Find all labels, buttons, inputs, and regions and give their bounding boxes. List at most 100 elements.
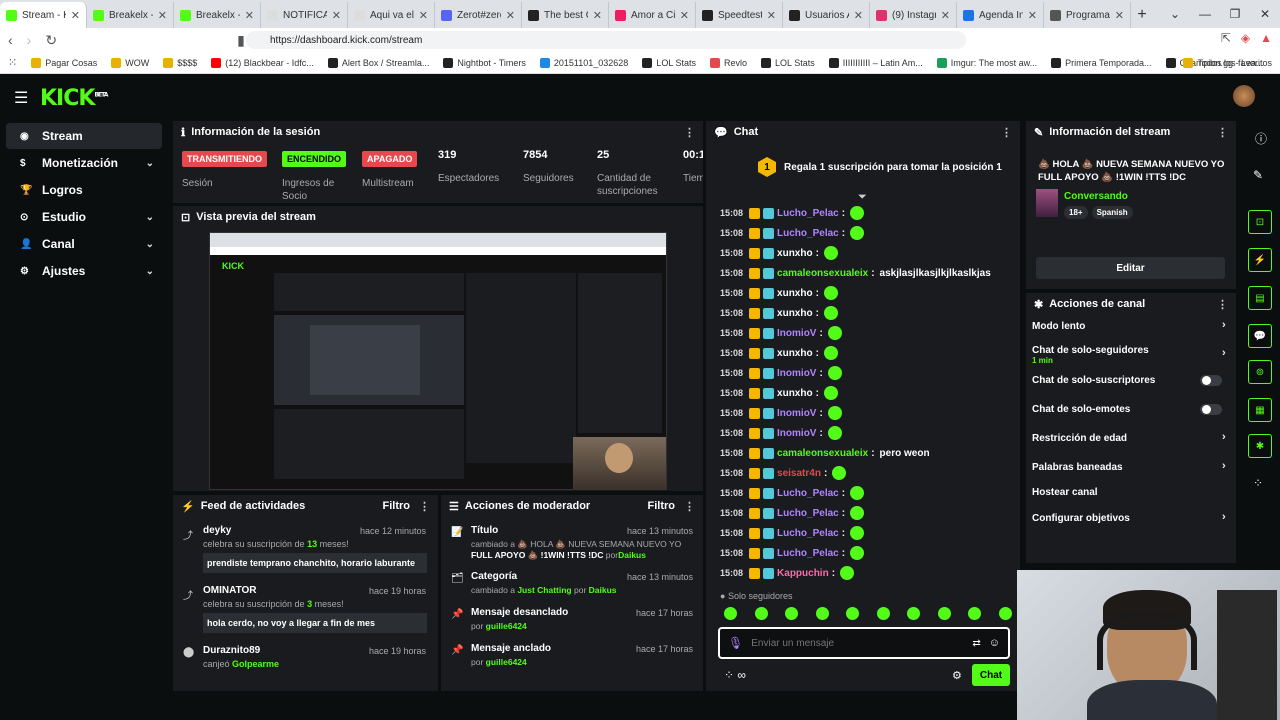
tab-close-icon[interactable]: ✕ — [680, 9, 689, 22]
channel-action-item[interactable]: Modo lento › — [1032, 319, 1232, 341]
edit-button[interactable]: Editar — [1036, 257, 1225, 279]
tab-close-icon[interactable]: ✕ — [71, 9, 80, 22]
browser-tab[interactable]: Usuarios Afiliac ✕ — [783, 2, 870, 28]
bookmark-item[interactable]: LOL Stats — [642, 57, 696, 68]
send-chat-button[interactable]: Chat — [972, 664, 1010, 686]
chat-username[interactable]: camaleonsexualeix — [777, 268, 868, 279]
emote-shortcut-icon[interactable] — [876, 607, 890, 620]
sidebar-item-canal[interactable]: 👤 Canal ⌄ — [6, 231, 162, 257]
feed-user[interactable]: deyky — [203, 525, 231, 536]
emote-shortcut-icon[interactable] — [998, 607, 1012, 620]
chat-username[interactable]: Lucho_Pelac — [777, 228, 839, 239]
channel-action-item[interactable]: Chat de solo-suscriptores — [1032, 375, 1232, 395]
hamburger-icon[interactable]: ☰ — [14, 88, 28, 108]
browser-tab[interactable]: Breakelx - Watc ✕ — [174, 2, 261, 28]
browser-tab[interactable]: Aqui va el form ✕ — [348, 2, 435, 28]
tab-close-icon[interactable]: ✕ — [854, 9, 863, 22]
minimize-icon[interactable]: — — [1190, 0, 1220, 28]
chat-username[interactable]: InomioV — [777, 368, 816, 379]
brave-shield-icon[interactable]: ◈ — [1241, 31, 1250, 45]
stream-preview-video[interactable]: KICK — [209, 232, 667, 490]
chat-username[interactable]: xunxho — [777, 348, 813, 359]
rail-button-3[interactable]: ▤ — [1248, 286, 1272, 310]
browser-tab[interactable]: Speedtest por ✕ — [696, 2, 783, 28]
browser-tab[interactable]: Programa de a ✕ — [1044, 2, 1131, 28]
tab-close-icon[interactable]: ✕ — [245, 9, 254, 22]
stream-tag[interactable]: 18+ — [1064, 206, 1088, 219]
chat-username[interactable]: InomioV — [777, 408, 816, 419]
bookmark-item[interactable]: $$$$ — [163, 57, 197, 68]
more-icon[interactable]: ⋮ — [1217, 298, 1228, 311]
info-rail-icon[interactable]: ⓘ — [1255, 130, 1267, 147]
bookmark-item[interactable]: Primera Temporada... — [1051, 57, 1152, 68]
feed-user[interactable]: OMINATOR — [203, 585, 257, 596]
stream-tag[interactable]: Spanish — [1091, 206, 1133, 219]
infinity-icon[interactable]: ⁘ ∞ — [724, 668, 746, 682]
tab-close-icon[interactable]: ✕ — [1115, 9, 1124, 22]
forward-icon[interactable]: › — [27, 32, 32, 48]
chat-username[interactable]: Kappuchin — [777, 568, 829, 579]
feed-user[interactable]: Duraznito89 — [203, 645, 260, 656]
more-icon[interactable]: ⋮ — [684, 126, 695, 139]
emote-shortcut-icon[interactable] — [785, 607, 799, 620]
chat-username[interactable]: xunxho — [777, 288, 813, 299]
bookmark-item[interactable]: Alert Box / Streamla... — [327, 57, 429, 68]
rail-button-5[interactable]: ⊚ — [1248, 360, 1272, 384]
feed-filter-button[interactable]: Filtro — [383, 500, 411, 512]
chat-username[interactable]: Lucho_Pelac — [777, 508, 839, 519]
all-bookmarks[interactable]: Todos los favoritos — [1183, 58, 1272, 68]
bookmark-item[interactable]: LOL Stats — [761, 57, 815, 68]
bookmark-item[interactable]: Pagar Cosas — [31, 57, 97, 68]
bookmark-item[interactable]: Imgur: The most aw... — [936, 57, 1037, 68]
channel-action-item[interactable]: Chat de solo-emotes — [1032, 404, 1232, 424]
rail-extra-icon[interactable]: ⁘ — [1253, 476, 1263, 490]
sidebar-item-monetización[interactable]: $ Monetización ⌄ — [6, 150, 162, 176]
chat-username[interactable]: camaleonsexualeix — [777, 448, 868, 459]
channel-action-item[interactable]: Restricción de edad › — [1032, 431, 1232, 453]
chat-username[interactable]: InomioV — [777, 428, 816, 439]
new-tab-icon[interactable]: + — [1131, 2, 1153, 28]
chat-username[interactable]: Lucho_Pelac — [777, 528, 839, 539]
category-link[interactable]: Conversando — [1064, 191, 1128, 202]
bookmark-item[interactable]: Nightbot - Timers — [443, 57, 526, 68]
channel-action-item[interactable]: Configurar objetivos › — [1032, 511, 1232, 533]
tab-search-icon[interactable]: ⌄ — [1160, 0, 1190, 28]
rail-button-2[interactable]: ⚡ — [1248, 248, 1272, 272]
more-icon[interactable]: ⋮ — [684, 500, 695, 513]
mod-filter-button[interactable]: Filtro — [648, 500, 676, 512]
rail-button-4[interactable]: 💬 — [1248, 324, 1272, 348]
tab-close-icon[interactable]: ✕ — [941, 9, 950, 22]
mod-detail-user[interactable]: guille6424 — [486, 657, 527, 667]
toggle-switch[interactable] — [1200, 404, 1222, 415]
rail-button-1[interactable]: ⊡ — [1248, 210, 1272, 234]
browser-tab[interactable]: (9) Instagram ✕ — [870, 2, 957, 28]
chat-input-box[interactable]: 🎙 ⇄ ☺ — [718, 627, 1010, 659]
browser-tab[interactable]: Breakelx - Wat ✕ — [87, 2, 174, 28]
bookmark-item[interactable]: Revlo — [710, 57, 747, 68]
rewards-icon[interactable]: ▲ — [1260, 31, 1272, 45]
chat-settings-icon[interactable]: ⚙ — [952, 669, 962, 682]
restore-icon[interactable]: ❐ — [1220, 0, 1250, 28]
mod-detail-user[interactable]: Daikus — [618, 550, 646, 560]
tab-close-icon[interactable]: ✕ — [593, 9, 602, 22]
chat-username[interactable]: xunxho — [777, 388, 813, 399]
pencil-rail-icon[interactable]: ✎ — [1253, 168, 1263, 182]
sidebar-item-estudio[interactable]: ⊙ Estudio ⌄ — [6, 204, 162, 230]
back-icon[interactable]: ‹ — [8, 32, 13, 48]
tab-close-icon[interactable]: ✕ — [1028, 9, 1037, 22]
gift-banner[interactable]: 1 Regala 1 suscripción para tomar la pos… — [758, 157, 1002, 177]
sidebar-item-ajustes[interactable]: ⚙ Ajustes ⌄ — [6, 258, 162, 284]
chat-username[interactable]: seisatr4n — [777, 468, 821, 479]
chat-username[interactable]: xunxho — [777, 248, 813, 259]
tab-close-icon[interactable]: ✕ — [767, 9, 776, 22]
chat-username[interactable]: xunxho — [777, 308, 813, 319]
sidebar-item-stream[interactable]: ◉ Stream — [6, 123, 162, 149]
tab-close-icon[interactable]: ✕ — [332, 9, 341, 22]
more-icon[interactable]: ⋮ — [1001, 126, 1012, 139]
mod-detail-user[interactable]: Daikus — [589, 585, 617, 595]
tab-close-icon[interactable]: ✕ — [506, 9, 515, 22]
bookmark-item[interactable]: 20151101_032628 — [539, 57, 628, 68]
bookmark-icon[interactable]: ▮ — [237, 32, 245, 49]
sidebar-item-logros[interactable]: 🏆 Logros — [6, 177, 162, 203]
toggle-switch[interactable] — [1200, 375, 1222, 386]
